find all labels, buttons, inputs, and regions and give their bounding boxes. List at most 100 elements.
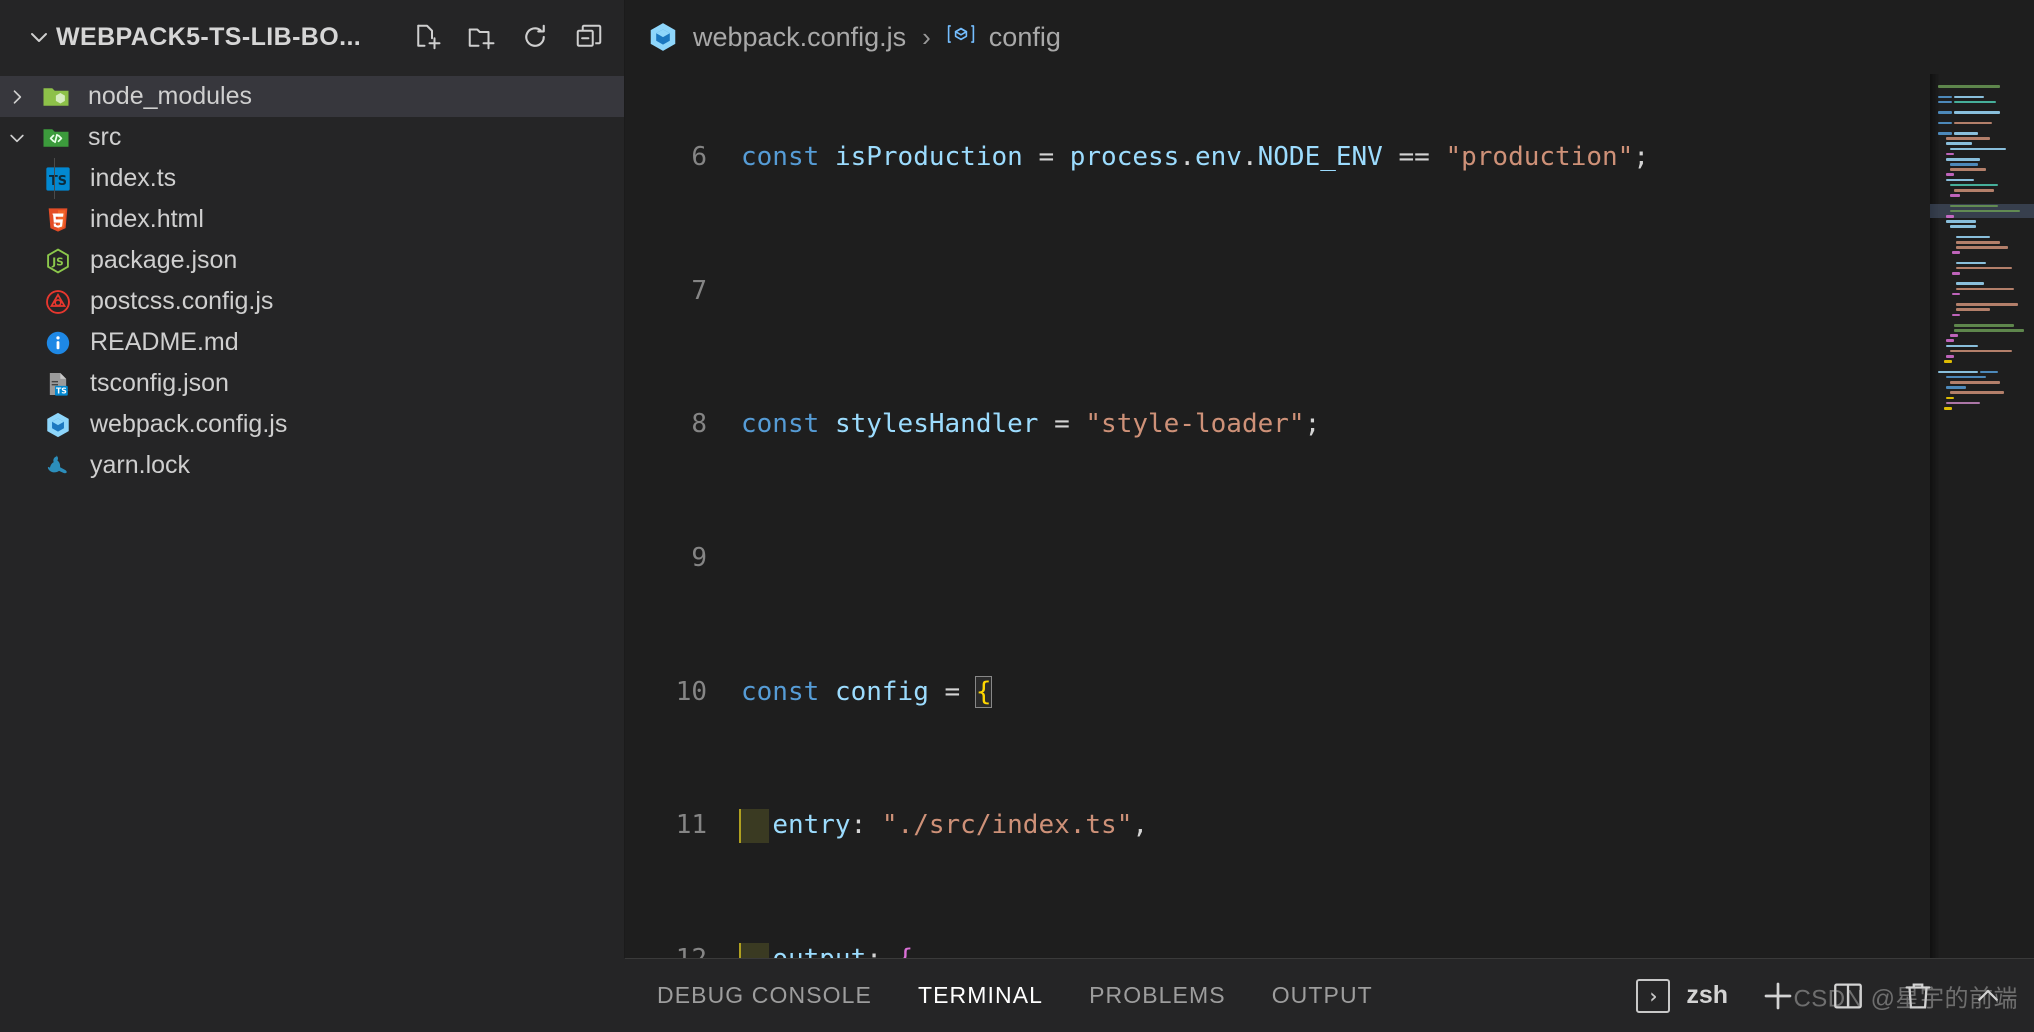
html5-icon (36, 206, 80, 234)
tab-debug-console[interactable]: DEBUG CONSOLE (655, 976, 874, 1015)
line-number: 9 (691, 543, 707, 574)
collapse-all-icon[interactable] (572, 20, 606, 54)
scope-indent-fill (741, 809, 769, 843)
line-number: 11 (675, 810, 707, 841)
tree-label: src (88, 123, 122, 151)
tree-label: postcss.config.js (90, 287, 274, 315)
panel-actions: › zsh CSDN @星宇的前端 (1636, 976, 2034, 1016)
tree-label: yarn.lock (90, 451, 191, 479)
code-scroll-region[interactable]: 6 const isProduction = process.env.NODE_… (625, 74, 1930, 958)
tree-row-index-html[interactable]: index.html (0, 199, 624, 240)
vscode-window: WEBPACK5-TS-LIB-BO... node_modules src T… (0, 0, 2034, 1032)
breadcrumb[interactable]: webpack.config.js › config (625, 0, 2034, 74)
line-content[interactable]: const config = { (733, 675, 1930, 709)
terminal-selector[interactable]: › zsh (1636, 978, 1728, 1013)
tab-problems[interactable]: PROBLEMS (1087, 976, 1228, 1015)
workbench-body: WEBPACK5-TS-LIB-BO... node_modules src T… (0, 0, 2034, 958)
tree-row-package-json[interactable]: JS package.json (0, 240, 624, 281)
tree-row-tsconfig-json[interactable]: TS tsconfig.json (0, 363, 624, 404)
line-content[interactable]: const isProduction = process.env.NODE_EN… (733, 141, 1930, 174)
explorer-sidebar: WEBPACK5-TS-LIB-BO... node_modules src T… (0, 0, 625, 958)
breadcrumb-file[interactable]: webpack.config.js (693, 22, 906, 53)
new-file-icon[interactable] (410, 20, 444, 54)
tree-row-postcss-config-js[interactable]: postcss.config.js (0, 281, 624, 322)
bottom-panel: DEBUG CONSOLE TERMINAL PROBLEMS OUTPUT ›… (625, 958, 2034, 1032)
line-content[interactable]: entry: "./src/index.ts", (733, 809, 1930, 843)
line-content[interactable] (733, 275, 1930, 308)
code-line[interactable]: 6 const isProduction = process.env.NODE_… (625, 141, 1930, 174)
tree-row-readme-md[interactable]: README.md (0, 322, 624, 363)
refresh-icon[interactable] (518, 20, 552, 54)
chevron-right-icon[interactable] (0, 87, 34, 107)
yarn-icon (36, 452, 80, 480)
explorer-folder-title: WEBPACK5-TS-LIB-BO... (56, 22, 362, 51)
tree-indent-guide (54, 158, 55, 199)
nodejs-icon: JS (36, 247, 80, 275)
webpack-icon (36, 411, 80, 439)
code-line[interactable]: 10 const config = { (625, 675, 1930, 709)
tree-label: webpack.config.js (90, 410, 288, 438)
svg-text:JS: JS (51, 256, 63, 268)
folder-node-icon (34, 82, 78, 112)
info-circle-icon (36, 329, 80, 357)
tree-label: tsconfig.json (90, 369, 229, 397)
postcss-icon (36, 288, 80, 316)
explorer-folder-header[interactable]: WEBPACK5-TS-LIB-BO... (0, 0, 624, 74)
tree-label: index.ts (90, 164, 177, 192)
code-line[interactable]: 8 const stylesHandler = "style-loader"; (625, 408, 1930, 441)
tree-row-yarn-lock[interactable]: yarn.lock (0, 445, 624, 486)
line-content[interactable]: const stylesHandler = "style-loader"; (733, 408, 1930, 441)
line-content[interactable]: output: { (733, 942, 1930, 958)
tree-row-index-ts[interactable]: TS index.ts (0, 158, 624, 199)
minimap-lines (1938, 84, 2030, 411)
svg-text:TS: TS (49, 173, 67, 188)
split-terminal-icon[interactable] (1828, 976, 1868, 1016)
new-folder-icon[interactable] (464, 20, 498, 54)
chevron-down-icon[interactable] (0, 128, 34, 148)
line-content[interactable] (733, 542, 1930, 575)
panel-tabs[interactable]: DEBUG CONSOLE TERMINAL PROBLEMS OUTPUT (625, 976, 1375, 1015)
editor-group: webpack.config.js › config 6 const isPro… (625, 0, 2034, 958)
code-line[interactable]: 11 entry: "./src/index.ts", (625, 809, 1930, 843)
scope-indent-fill (741, 942, 769, 958)
code-editor[interactable]: 6 const isProduction = process.env.NODE_… (625, 74, 2034, 958)
scope-border (739, 809, 741, 843)
sidebar-footer-filler (0, 958, 625, 1032)
code-line[interactable]: 9 (625, 542, 1930, 575)
explorer-actions (400, 20, 606, 54)
tree-label: README.md (90, 328, 239, 356)
symbol-object-icon (947, 20, 975, 54)
chevron-down-icon[interactable] (22, 25, 56, 49)
line-number: 6 (691, 142, 707, 173)
minimap[interactable] (1930, 74, 2034, 958)
code-line[interactable]: 7 (625, 275, 1930, 308)
code-line[interactable]: 12 output: { (625, 942, 1930, 958)
tree-label: node_modules (88, 82, 253, 110)
terminal-name[interactable]: zsh (1686, 981, 1728, 1010)
svg-text:TS: TS (56, 386, 67, 395)
new-terminal-icon[interactable] (1758, 976, 1798, 1016)
tree-row-node_modules[interactable]: node_modules (0, 76, 624, 117)
breadcrumb-symbol[interactable]: config (989, 22, 1061, 53)
tree-label: package.json (90, 246, 238, 274)
chevron-up-icon[interactable] (1968, 976, 2008, 1016)
tsconfig-icon: TS (36, 370, 80, 398)
tree-row-webpack-config-js[interactable]: webpack.config.js (0, 404, 624, 445)
file-tree[interactable]: node_modules src TS index.ts index.html … (0, 74, 624, 958)
tree-row-src[interactable]: src (0, 117, 624, 158)
tree-label: index.html (90, 205, 204, 233)
line-number: 12 (625, 943, 733, 958)
code-lines: 6 const isProduction = process.env.NODE_… (625, 74, 1930, 958)
webpack-icon (647, 21, 679, 53)
line-number: 7 (691, 275, 707, 306)
tab-output[interactable]: OUTPUT (1270, 976, 1375, 1015)
breadcrumb-separator: › (922, 21, 931, 52)
scope-border (739, 942, 741, 958)
line-number: 8 (691, 409, 707, 440)
line-number: 10 (675, 676, 707, 707)
bracket-match-highlight: { (974, 675, 993, 708)
typescript-icon: TS (36, 165, 80, 193)
tab-terminal[interactable]: TERMINAL (916, 976, 1045, 1015)
terminal-prompt-icon: › (1636, 978, 1671, 1013)
kill-terminal-icon[interactable] (1898, 976, 1938, 1016)
